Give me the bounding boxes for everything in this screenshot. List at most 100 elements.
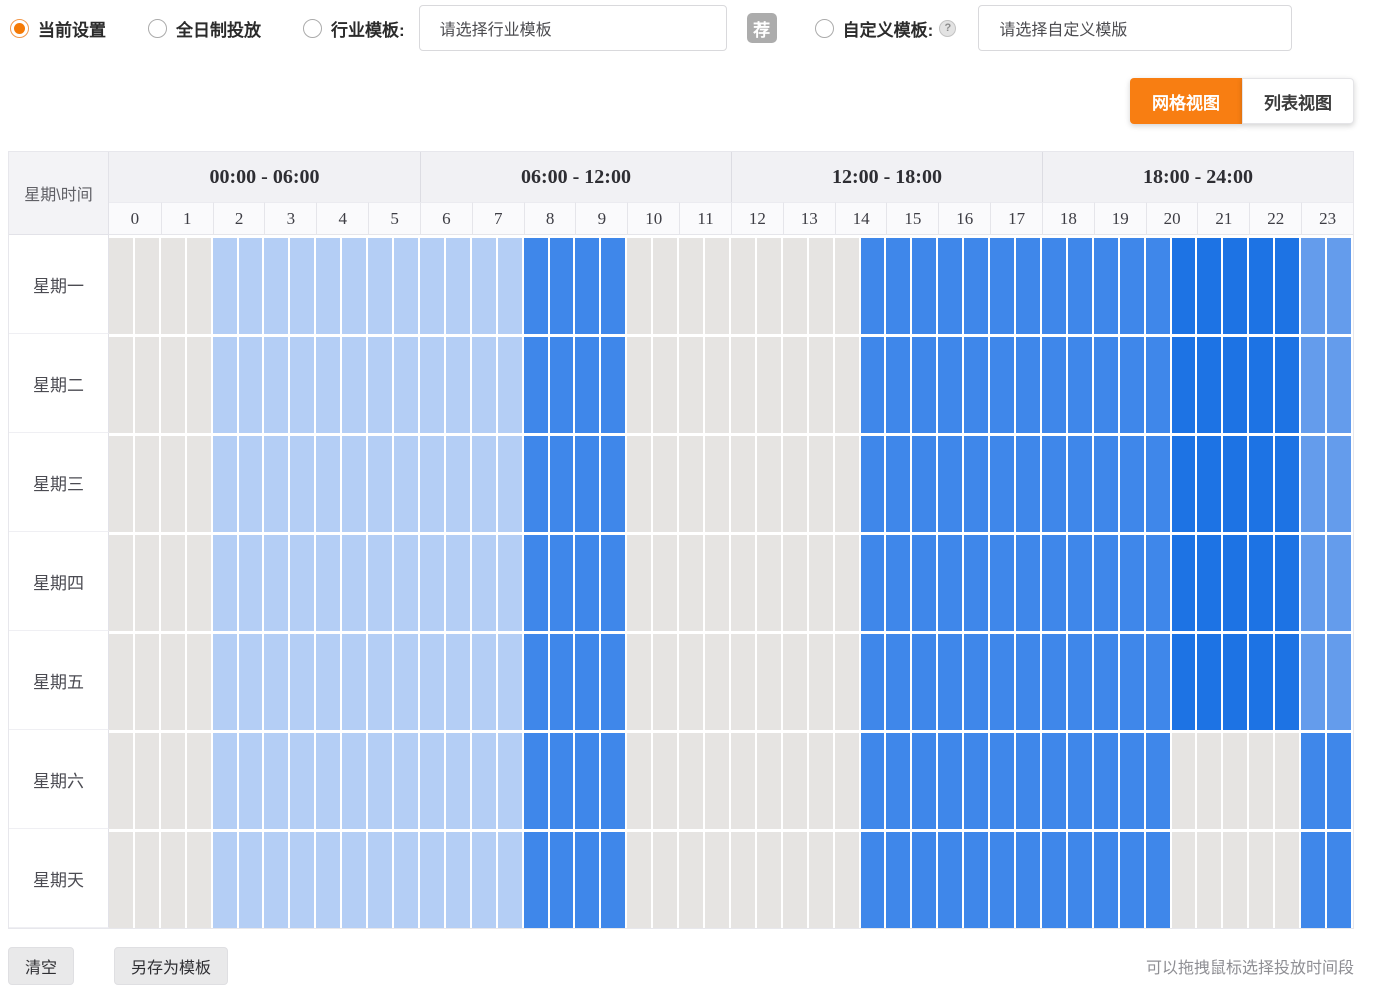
time-slot-cell[interactable] xyxy=(1094,235,1120,334)
time-slot-cell[interactable] xyxy=(420,631,446,730)
time-slot-cell[interactable] xyxy=(524,631,550,730)
time-slot-cell[interactable] xyxy=(1042,730,1068,829)
time-slot-cell[interactable] xyxy=(239,631,265,730)
time-slot-cell[interactable] xyxy=(783,631,809,730)
time-slot-cell[interactable] xyxy=(1249,532,1275,631)
time-slot-cell[interactable] xyxy=(1120,730,1146,829)
time-slot-cell[interactable] xyxy=(912,235,938,334)
time-slot-cell[interactable] xyxy=(783,235,809,334)
time-slot-cell[interactable] xyxy=(1301,631,1327,730)
time-slot-cell[interactable] xyxy=(938,334,964,433)
time-slot-cell[interactable] xyxy=(1094,433,1120,532)
time-slot-cell[interactable] xyxy=(731,235,757,334)
time-slot-cell[interactable] xyxy=(861,235,887,334)
time-slot-cell[interactable] xyxy=(472,631,498,730)
time-slot-cell[interactable] xyxy=(1042,334,1068,433)
time-slot-cell[interactable] xyxy=(783,829,809,928)
time-slot-cell[interactable] xyxy=(524,730,550,829)
time-slot-cell[interactable] xyxy=(912,730,938,829)
time-slot-cell[interactable] xyxy=(653,334,679,433)
time-slot-cell[interactable] xyxy=(835,532,861,631)
time-slot-cell[interactable] xyxy=(1146,235,1172,334)
time-slot-cell[interactable] xyxy=(290,334,316,433)
time-slot-cell[interactable] xyxy=(368,730,394,829)
clear-button[interactable]: 清空 xyxy=(8,947,74,985)
industry-template-select[interactable]: 请选择行业模板 xyxy=(419,5,727,51)
time-slot-cell[interactable] xyxy=(1016,433,1042,532)
time-slot-cell[interactable] xyxy=(187,829,213,928)
time-slot-cell[interactable] xyxy=(342,631,368,730)
time-slot-cell[interactable] xyxy=(213,631,239,730)
time-slot-cell[interactable] xyxy=(731,334,757,433)
time-slot-cell[interactable] xyxy=(161,829,187,928)
time-slot-cell[interactable] xyxy=(524,334,550,433)
time-slot-cell[interactable] xyxy=(1172,730,1198,829)
time-slot-cell[interactable] xyxy=(290,532,316,631)
time-slot-cell[interactable] xyxy=(835,235,861,334)
time-slot-cell[interactable] xyxy=(498,631,524,730)
time-slot-cell[interactable] xyxy=(420,730,446,829)
time-slot-cell[interactable] xyxy=(1068,829,1094,928)
time-slot-cell[interactable] xyxy=(1068,235,1094,334)
time-slot-cell[interactable] xyxy=(938,631,964,730)
time-slot-cell[interactable] xyxy=(964,829,990,928)
time-slot-cell[interactable] xyxy=(1197,334,1223,433)
time-slot-cell[interactable] xyxy=(575,532,601,631)
time-slot-cell[interactable] xyxy=(342,235,368,334)
time-slot-cell[interactable] xyxy=(705,433,731,532)
time-slot-cell[interactable] xyxy=(1120,631,1146,730)
time-slot-cell[interactable] xyxy=(1301,829,1327,928)
time-slot-cell[interactable] xyxy=(1042,532,1068,631)
time-slot-cell[interactable] xyxy=(316,631,342,730)
time-slot-cell[interactable] xyxy=(705,631,731,730)
time-slot-cell[interactable] xyxy=(187,235,213,334)
time-slot-cell[interactable] xyxy=(1223,532,1249,631)
time-slot-cell[interactable] xyxy=(290,829,316,928)
time-slot-cell[interactable] xyxy=(1146,433,1172,532)
time-slot-cell[interactable] xyxy=(524,829,550,928)
time-slot-cell[interactable] xyxy=(290,631,316,730)
time-slot-cell[interactable] xyxy=(861,532,887,631)
time-slot-cell[interactable] xyxy=(835,631,861,730)
time-slot-cell[interactable] xyxy=(316,532,342,631)
time-slot-cell[interactable] xyxy=(498,532,524,631)
time-slot-cell[interactable] xyxy=(912,334,938,433)
time-slot-cell[interactable] xyxy=(1301,433,1327,532)
time-slot-cell[interactable] xyxy=(187,433,213,532)
time-slot-cell[interactable] xyxy=(498,730,524,829)
time-slot-cell[interactable] xyxy=(1094,730,1120,829)
time-slot-cell[interactable] xyxy=(109,532,135,631)
time-slot-cell[interactable] xyxy=(446,235,472,334)
time-slot-cell[interactable] xyxy=(938,433,964,532)
time-slot-cell[interactable] xyxy=(472,730,498,829)
time-slot-cell[interactable] xyxy=(1223,235,1249,334)
time-slot-cell[interactable] xyxy=(1249,235,1275,334)
time-slot-cell[interactable] xyxy=(213,829,239,928)
custom-template-select[interactable]: 请选择自定义模版 xyxy=(978,5,1292,51)
time-slot-cell[interactable] xyxy=(757,631,783,730)
time-slot-cell[interactable] xyxy=(575,730,601,829)
time-slot-cell[interactable] xyxy=(886,235,912,334)
time-slot-cell[interactable] xyxy=(1197,532,1223,631)
time-slot-cell[interactable] xyxy=(290,235,316,334)
time-slot-cell[interactable] xyxy=(1068,730,1094,829)
time-slot-cell[interactable] xyxy=(705,829,731,928)
time-slot-cell[interactable] xyxy=(394,235,420,334)
time-slot-cell[interactable] xyxy=(964,730,990,829)
time-slot-cell[interactable] xyxy=(1249,829,1275,928)
time-slot-cell[interactable] xyxy=(161,730,187,829)
time-slot-cell[interactable] xyxy=(420,532,446,631)
time-slot-cell[interactable] xyxy=(524,433,550,532)
time-slot-cell[interactable] xyxy=(368,829,394,928)
time-slot-cell[interactable] xyxy=(368,433,394,532)
time-slot-cell[interactable] xyxy=(1327,631,1353,730)
time-slot-cell[interactable] xyxy=(472,433,498,532)
time-slot-cell[interactable] xyxy=(290,730,316,829)
time-slot-cell[interactable] xyxy=(264,532,290,631)
time-slot-cell[interactable] xyxy=(1120,334,1146,433)
time-slot-cell[interactable] xyxy=(213,532,239,631)
time-slot-cell[interactable] xyxy=(861,334,887,433)
time-slot-cell[interactable] xyxy=(1327,433,1353,532)
time-slot-cell[interactable] xyxy=(1016,532,1042,631)
time-slot-cell[interactable] xyxy=(161,235,187,334)
